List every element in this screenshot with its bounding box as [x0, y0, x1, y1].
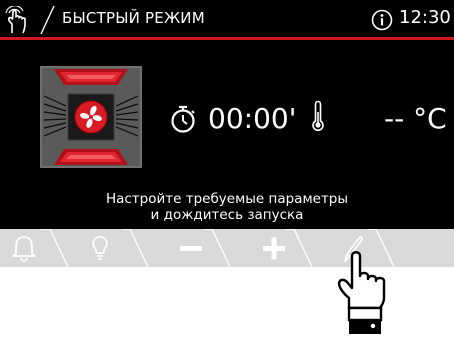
header-divider [36, 5, 58, 39]
info-icon[interactable] [371, 9, 393, 35]
header-bar: БЫСТРЫЙ РЕЖИМ 12:30 [0, 0, 454, 40]
instruction-message: Настройте требуемые параметры и дождитес… [0, 191, 454, 223]
thermometer-icon[interactable] [311, 100, 325, 138]
stopwatch-icon[interactable] [169, 104, 197, 138]
mode-title: БЫСТРЫЙ РЕЖИМ [62, 9, 205, 27]
oven-display: БЫСТРЫЙ РЕЖИМ 12:30 00:00' -- °C Настрой… [0, 0, 454, 267]
hand-touch-icon[interactable] [4, 5, 30, 38]
temperature-value[interactable]: -- °C [384, 102, 447, 135]
pointing-hand-icon [335, 246, 405, 338]
program-button[interactable] [40, 66, 142, 172]
instruction-line-2: и дождитесь запуска [150, 207, 304, 223]
clock-time: 12:30 [399, 7, 451, 28]
instruction-line-1: Настройте требуемые параметры [105, 191, 349, 207]
bell-icon[interactable] [11, 229, 37, 267]
timer-value[interactable]: 00:00' [208, 102, 296, 135]
header-accent-line [0, 37, 454, 40]
